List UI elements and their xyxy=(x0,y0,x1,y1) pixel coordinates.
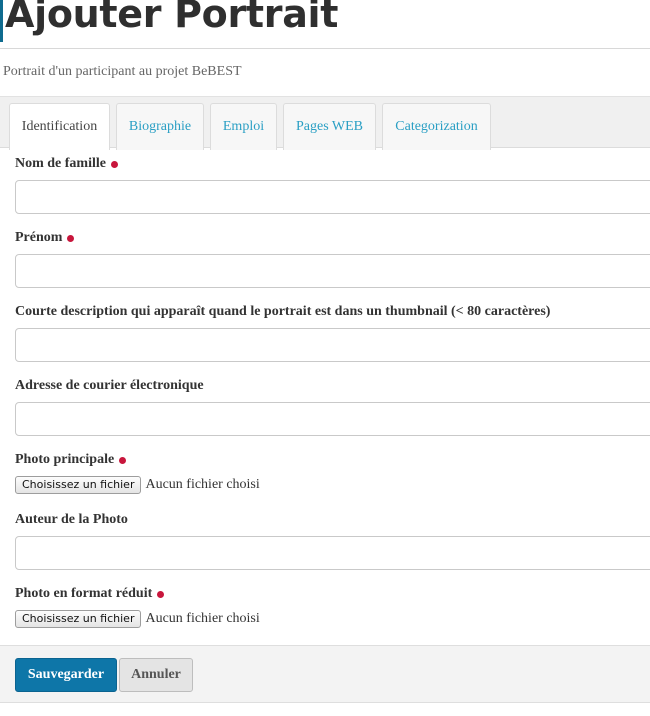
required-indicator xyxy=(110,161,118,168)
cancel-button[interactable]: Annuler xyxy=(119,658,193,692)
required-indicator xyxy=(67,235,75,242)
first-name-label-text: Prénom xyxy=(15,230,63,245)
main-photo-file-status: Aucun fichier choisi xyxy=(145,477,260,492)
email-input[interactable] xyxy=(15,402,650,436)
tab-bar: Identification Biographie Emploi Pages W… xyxy=(0,96,650,150)
save-button[interactable]: Sauvegarder xyxy=(15,658,117,692)
main-photo-file-picker: Choisissez un fichier Aucun fichier choi… xyxy=(15,476,260,494)
photo-author-label: Auteur de la Photo xyxy=(15,512,128,528)
tab-identification[interactable]: Identification xyxy=(9,103,110,150)
last-name-input[interactable] xyxy=(15,180,650,214)
main-photo-label: Photo principale xyxy=(15,452,127,468)
short-description-input[interactable] xyxy=(15,328,650,362)
main-photo-choose-file-button[interactable]: Choisissez un fichier xyxy=(15,476,142,494)
form-actions: Sauvegarder Annuler xyxy=(0,645,650,703)
last-name-label-text: Nom de famille xyxy=(15,156,106,171)
tab-categorization[interactable]: Categorization xyxy=(382,103,491,150)
tab-biographie[interactable]: Biographie xyxy=(116,103,204,150)
title-divider xyxy=(0,48,650,49)
required-indicator xyxy=(157,591,165,598)
thumbnail-photo-label: Photo en format réduit xyxy=(15,586,165,602)
thumbnail-photo-label-text: Photo en format réduit xyxy=(15,586,153,601)
thumbnail-photo-choose-file-button[interactable]: Choisissez un fichier xyxy=(15,610,142,628)
left-accent-bar xyxy=(0,0,3,42)
main-photo-label-text: Photo principale xyxy=(15,452,115,467)
last-name-label: Nom de famille xyxy=(15,156,118,172)
required-indicator xyxy=(119,457,127,464)
first-name-label: Prénom xyxy=(15,230,75,246)
thumbnail-photo-file-picker: Choisissez un fichier Aucun fichier choi… xyxy=(15,610,260,628)
page-subtitle: Portrait d'un participant au projet BeBE… xyxy=(3,64,242,79)
email-label: Adresse de courier électronique xyxy=(15,378,204,394)
tab-pages-web[interactable]: Pages WEB xyxy=(283,103,376,150)
short-description-label: Courte description qui apparaît quand le… xyxy=(15,304,550,320)
page-title: Ajouter Portrait xyxy=(5,0,339,36)
short-description-label-text: Courte description qui apparaît quand le… xyxy=(15,304,551,319)
photo-author-input[interactable] xyxy=(15,536,650,570)
photo-author-label-text: Auteur de la Photo xyxy=(15,512,128,527)
thumbnail-photo-file-status: Aucun fichier choisi xyxy=(145,611,260,626)
tab-emploi[interactable]: Emploi xyxy=(210,103,277,150)
first-name-input[interactable] xyxy=(15,254,650,288)
email-label-text: Adresse de courier électronique xyxy=(15,378,204,393)
